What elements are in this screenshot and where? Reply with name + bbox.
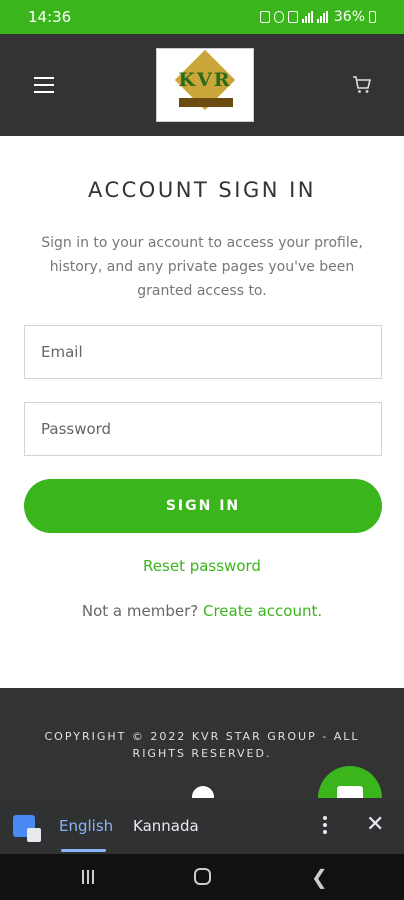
member-prefix: Not a member? [81,602,199,620]
create-account-link[interactable]: Create account. [203,602,322,620]
close-icon[interactable]: ✕ [366,812,384,837]
home-icon[interactable] [194,868,211,885]
site-logo[interactable]: KVR [156,48,254,122]
email-field[interactable] [24,325,382,379]
facebook-icon[interactable] [192,786,214,798]
signal-icon-2 [316,11,328,23]
alarm-icon [273,11,284,23]
status-time: 14:36 [28,8,72,26]
reset-password-link[interactable]: Reset password [0,557,404,575]
site-header: KVR [0,34,404,136]
copyright-text: COPYRIGHT © 2022 KVR STAR GROUP - ALL RI… [44,730,360,760]
back-icon[interactable]: ❮ [311,865,328,889]
more-options-icon[interactable] [323,816,327,834]
logo-text: KVR [178,69,232,91]
status-bar: 14:36 36% [0,0,404,34]
active-tab-indicator [61,849,106,852]
logo-band [179,98,233,107]
google-translate-icon [13,815,41,842]
hamburger-menu-icon[interactable] [34,77,54,93]
lang-tab-kannada[interactable]: Kannada [133,817,199,835]
status-icons: 36% [259,9,376,25]
mute-icon [287,11,298,23]
page-subtitle: Sign in to your account to access your p… [41,235,363,299]
shopping-cart-icon[interactable] [352,75,372,95]
battery-icon [369,11,376,23]
recent-apps-icon[interactable] [82,870,96,884]
notification-icon [259,11,270,23]
system-nav-bar: ❮ [0,854,404,900]
sign-in-button[interactable]: SIGN IN [24,479,382,533]
signal-icon [301,11,313,23]
translate-bar: English Kannada ✕ [0,798,404,854]
lang-tab-english[interactable]: English [59,817,113,835]
password-field[interactable] [24,402,382,456]
battery-percent: 36% [333,9,365,25]
member-prompt: Not a member? Create account. [0,602,404,620]
page-title: ACCOUNT SIGN IN [87,178,317,202]
